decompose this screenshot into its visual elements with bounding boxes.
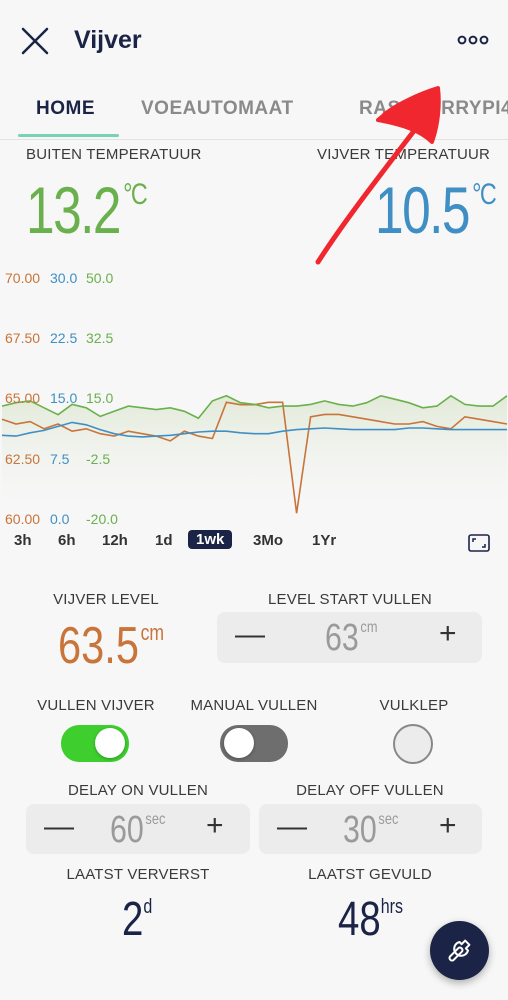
pond-temp-label: VIJVER TEMPERATUUR: [317, 146, 491, 163]
outside-temp-unit: °C: [123, 178, 148, 211]
manual-vullen-label: MANUAL VULLEN: [190, 697, 318, 714]
delay-off-plus-button[interactable]: +: [439, 809, 457, 843]
level-start-label: LEVEL START VULLEN: [268, 591, 432, 608]
level-start-minus-button[interactable]: —: [235, 618, 265, 652]
range-selector: 3h 6h 12h 1d 1wk 3Mo 1Yr: [0, 528, 508, 556]
pond-temp-unit: °C: [472, 178, 497, 211]
delay-on-value: 60 sec: [110, 809, 166, 851]
vulklep-indicator: [393, 724, 433, 764]
axis3-tick: 15.0: [86, 390, 114, 406]
toggle-knob: [95, 728, 125, 758]
range-12h[interactable]: 12h: [102, 532, 128, 549]
last-filled-value: 48hrs: [338, 893, 403, 946]
axis3-tick: -20.0: [86, 511, 118, 527]
axis2-tick: 0.0: [50, 511, 70, 527]
tab-home[interactable]: HOME: [36, 98, 95, 120]
vullen-vijver-label: VULLEN VIJVER: [37, 697, 155, 714]
manual-vullen-toggle[interactable]: [220, 725, 288, 762]
last-filled-unit: hrs: [380, 896, 403, 918]
series-area: [2, 395, 507, 518]
delay-on-plus-button[interactable]: +: [206, 809, 224, 843]
axis3-tick: -2.5: [86, 451, 111, 467]
axis1-tick: 67.50: [5, 330, 41, 346]
level-start-value: 63cm: [325, 617, 378, 659]
close-icon[interactable]: [20, 26, 50, 56]
settings-fab-button[interactable]: [430, 921, 489, 980]
delay-off-value: 30sec: [343, 809, 399, 851]
last-refresh-value: 2d: [122, 893, 153, 946]
delay-on-stepper: — 60 sec +: [26, 804, 250, 854]
outside-temp-label: BUITEN TEMPERATUUR: [26, 146, 202, 163]
delay-off-minus-button[interactable]: —: [277, 810, 307, 844]
level-start-plus-button[interactable]: +: [439, 617, 457, 651]
app-header: Vijver: [0, 0, 508, 82]
page-title: Vijver: [74, 26, 142, 54]
delay-on-minus-button[interactable]: —: [44, 810, 74, 844]
level-label: VIJVER LEVEL: [53, 591, 159, 608]
range-1wk[interactable]: 1wk: [188, 530, 233, 549]
axis3-tick: 50.0: [86, 270, 114, 286]
range-1yr[interactable]: 1Yr: [312, 532, 336, 549]
vullen-vijver-toggle[interactable]: [61, 725, 129, 762]
active-tab-indicator: [18, 134, 119, 137]
range-3mo[interactable]: 3Mo: [253, 532, 283, 549]
more-icon[interactable]: [455, 30, 491, 50]
expand-icon[interactable]: [468, 534, 490, 552]
level-unit: cm: [140, 620, 165, 645]
axis1-tick: 70.00: [5, 270, 41, 286]
delay-on-label: DELAY ON VULLEN: [68, 782, 208, 799]
axis3-tick: 32.5: [86, 330, 114, 346]
last-filled-label: LAATST GEVULD: [308, 866, 432, 883]
axis2-tick: 15.0: [50, 390, 78, 406]
range-6h[interactable]: 6h: [58, 532, 76, 549]
vulklep-label: VULKLEP: [379, 697, 449, 714]
tab-voeautomaat[interactable]: VOEAUTOMAAT: [141, 98, 294, 120]
tab-raspberrypi4[interactable]: RASPBERRYPI4: [359, 98, 508, 120]
delay-off-stepper: — 30sec +: [259, 804, 482, 854]
axis1-tick: 62.50: [5, 451, 41, 467]
range-3h[interactable]: 3h: [14, 532, 32, 549]
axis1-tick: 65.00: [5, 390, 41, 406]
pond-temp-value: 10.5 °C: [375, 173, 497, 247]
last-refresh-unit: d: [143, 896, 153, 918]
axis2-tick: 7.5: [50, 451, 70, 467]
temperature-chart[interactable]: 70.00 67.50 65.00 62.50 60.00 30.0 22.5 …: [0, 260, 508, 532]
level-value: 63.5cm: [58, 617, 165, 675]
tab-bar: HOME VOEAUTOMAAT RASPBERRYPI4: [0, 82, 508, 140]
axis1-tick: 60.00: [5, 511, 41, 527]
delay-off-label: DELAY OFF VULLEN: [296, 782, 444, 799]
axis2-tick: 22.5: [50, 330, 78, 346]
toggle-knob: [224, 728, 254, 758]
level-start-stepper: — 63cm +: [217, 612, 482, 663]
outside-temp-value: 13.2 °C: [26, 173, 148, 247]
axis2-tick: 30.0: [50, 270, 78, 286]
wrench-icon: [448, 939, 471, 962]
last-refresh-label: LAATST VERVERST: [66, 866, 210, 883]
range-1d[interactable]: 1d: [155, 532, 173, 549]
